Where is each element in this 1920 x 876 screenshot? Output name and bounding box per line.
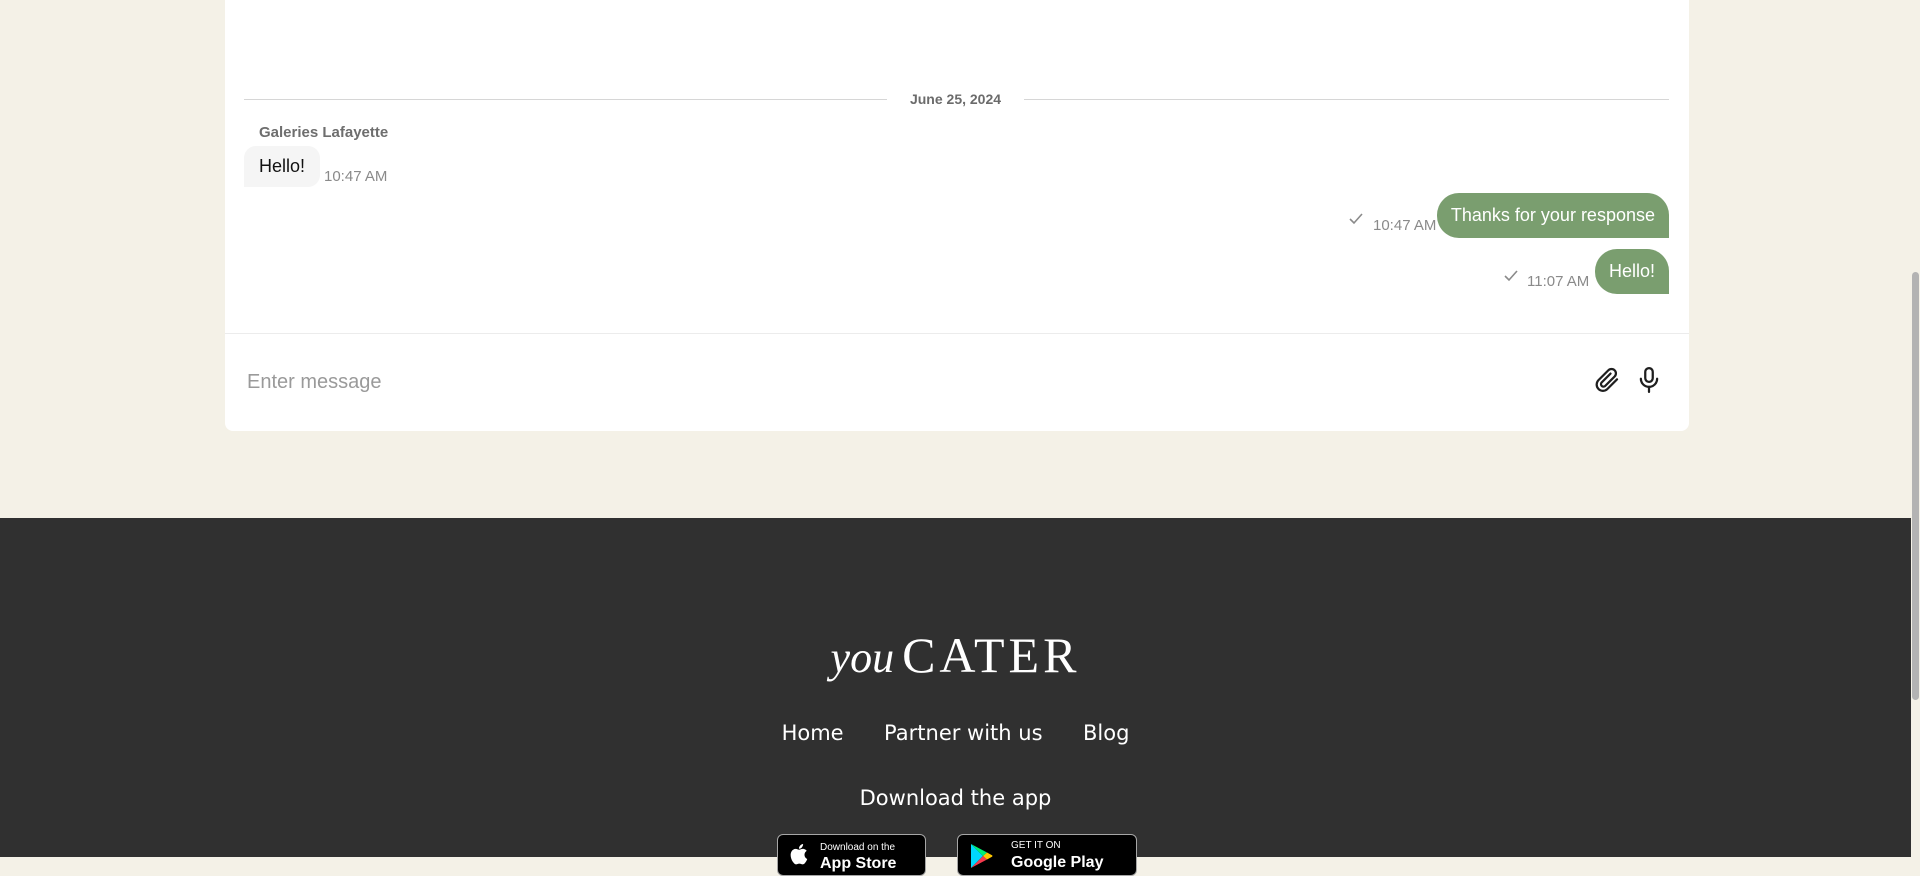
google-play-button[interactable]: GET IT ON Google Play bbox=[957, 834, 1137, 876]
composer-divider bbox=[225, 333, 1689, 334]
app-store-small-text: Download on the bbox=[820, 842, 896, 853]
download-app-title: Download the app bbox=[859, 786, 1052, 810]
google-play-icon bbox=[971, 844, 993, 868]
incoming-message-time: 10:47 AM bbox=[324, 168, 388, 185]
logo-script-text: you bbox=[830, 633, 895, 682]
app-store-big-text: App Store bbox=[820, 855, 897, 872]
separator-line-left bbox=[244, 99, 887, 100]
chat-panel: June 25, 2024 Galeries Lafayette Hello! … bbox=[225, 0, 1689, 431]
microphone-icon[interactable] bbox=[1634, 365, 1664, 395]
logo-main-text: CATER bbox=[902, 627, 1081, 683]
scrollbar-thumb[interactable] bbox=[1912, 272, 1919, 700]
google-play-small-text: GET IT ON bbox=[1011, 840, 1061, 851]
footer-link-home[interactable]: Home bbox=[782, 721, 844, 745]
apple-icon bbox=[790, 844, 808, 865]
outgoing-message-bubble: Thanks for your response bbox=[1436, 193, 1669, 238]
page-scrollbar[interactable] bbox=[1911, 0, 1920, 857]
date-separator: June 25, 2024 bbox=[244, 88, 1669, 110]
footer-link-blog[interactable]: Blog bbox=[1083, 721, 1129, 745]
sender-name: Galeries Lafayette bbox=[259, 124, 389, 141]
site-footer: you CATER Home Partner with us Blog Downl… bbox=[0, 518, 1911, 876]
outgoing-message-time: 11:07 AM bbox=[1527, 273, 1590, 290]
outgoing-message-bubble: Hello! bbox=[1594, 249, 1669, 294]
message-input[interactable] bbox=[245, 364, 1549, 400]
incoming-message-bubble: Hello! bbox=[244, 146, 321, 187]
date-label: June 25, 2024 bbox=[909, 91, 1002, 107]
youcater-logo[interactable]: you CATER bbox=[0, 626, 1911, 684]
check-icon bbox=[1349, 213, 1363, 225]
check-icon bbox=[1504, 270, 1518, 282]
footer-link-partner[interactable]: Partner with us bbox=[884, 721, 1042, 745]
app-store-button[interactable]: Download on the App Store bbox=[777, 834, 926, 876]
separator-line-right bbox=[1024, 99, 1669, 100]
outgoing-message-time: 10:47 AM bbox=[1373, 217, 1437, 234]
footer-nav: Home Partner with us Blog bbox=[0, 721, 1911, 745]
paperclip-icon[interactable] bbox=[1592, 365, 1622, 395]
